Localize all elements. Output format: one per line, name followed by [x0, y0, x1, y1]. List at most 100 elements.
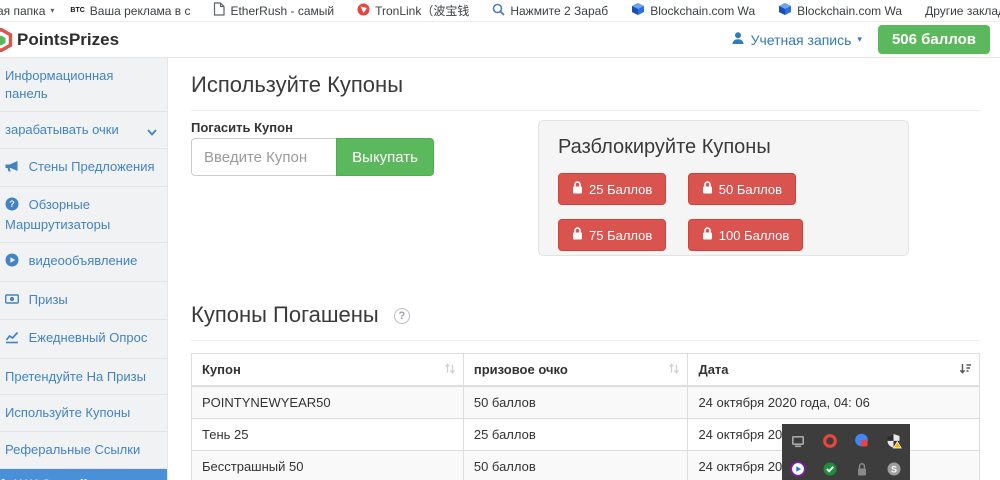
sidebar-item-label: Обзорные Маршрутизаторы [5, 197, 110, 232]
play-circle-icon [5, 253, 19, 272]
bookmark-label: TronLink（波宝钱 [375, 2, 469, 19]
redeemed-coupons-title: Купоны Погашены ? [191, 302, 980, 341]
cell-coupon: Тень 25 [192, 419, 464, 451]
opera-icon[interactable] [822, 433, 838, 449]
sidebar-nav: Информационная панель зарабатывать очки … [0, 58, 168, 480]
lock-icon[interactable] [854, 461, 870, 477]
unlock-button-label: 25 Баллов [589, 182, 652, 197]
cell-date: 24 октября 2020 года, 04: 06 [688, 386, 980, 419]
shield-warning-icon[interactable] [886, 433, 902, 449]
antivirus-check-icon[interactable] [822, 461, 838, 477]
sort-both-icon [668, 362, 680, 377]
skype-icon[interactable]: S [886, 461, 902, 477]
user-icon [731, 31, 745, 48]
cell-coupon: Бесстрашный 50 [192, 451, 464, 480]
chevron-down-icon: ▾ [50, 6, 54, 15]
chevron-down-icon: ▾ [857, 34, 862, 45]
sidebar-item-offer-walls[interactable]: Стены Предложения [0, 149, 167, 188]
megaphone-icon [5, 159, 19, 178]
column-header-label: Дата [698, 362, 728, 377]
bookmark-item[interactable]: TronLink（波宝钱 [357, 2, 469, 19]
sidebar-item-survey-routers[interactable]: ? Обзорные Маршрутизаторы [0, 187, 167, 243]
unlock-button-label: 75 Баллов [589, 228, 652, 243]
account-label: Учетная запись [751, 32, 852, 48]
column-header-label: Купон [202, 362, 241, 377]
bonus-account-item[interactable]: fo*****@gmail.com Offer Bonus Points [0, 469, 167, 480]
redeem-button[interactable]: Выкупать [336, 138, 434, 176]
sort-descending-icon [959, 362, 972, 377]
search-icon [492, 3, 505, 19]
bonus-account-email: fo*****@gmail.com [0, 477, 161, 480]
app-blue-red-icon[interactable] [854, 433, 870, 449]
bookmark-label: Blockchain.com Wa [797, 4, 902, 18]
unlock-100-points-button[interactable]: 100 Баллов [688, 219, 804, 251]
bookmark-item[interactable]: EtherRush - самый [213, 2, 334, 19]
pointsprizes-hexagon-icon [0, 28, 13, 52]
sidebar-item-label: Реферальные Ссылки [5, 442, 140, 457]
sidebar-item-label: Претендуйте На Призы [5, 369, 146, 384]
sidebar-item-label: Информационная панель [5, 68, 113, 101]
sidebar-item-label: Используйте Купоны [5, 405, 130, 420]
unlock-50-points-button[interactable]: 50 Баллов [688, 173, 796, 205]
bookmark-label: Blockchain.com Wa [650, 4, 755, 18]
sidebar-item-claim-prizes[interactable]: Претендуйте На Призы [0, 359, 167, 396]
column-header-points[interactable]: призовое очко [463, 354, 688, 387]
table-header-row: Купон призовое очко Дата [192, 354, 980, 387]
sidebar-item-use-coupons[interactable]: Используйте Купоны [0, 395, 167, 432]
cell-coupon: POINTYNEWYEAR50 [192, 386, 464, 419]
browser-bookmarks-bar: ая папка ▾ BTC Ваша реклама в с EtherRus… [0, 0, 1000, 22]
unlock-25-points-button[interactable]: 25 Баллов [558, 173, 666, 205]
svg-text:S: S [891, 464, 897, 474]
sidebar-item-video-ads[interactable]: видеообъявление [0, 243, 167, 282]
account-menu[interactable]: Учетная запись ▾ [731, 31, 862, 48]
unlock-button-label: 100 Баллов [719, 228, 790, 243]
bookmark-item[interactable]: BTC Ваша реклама в с [70, 4, 190, 18]
column-header-coupon[interactable]: Купон [192, 354, 464, 387]
lock-icon [702, 181, 713, 197]
bookmark-label: Нажмите 2 Зараб [510, 4, 608, 18]
btc-icon: BTC [70, 7, 84, 14]
sidebar-item-dashboard[interactable]: Информационная панель [0, 58, 167, 112]
sidebar-item-prizes[interactable]: Призы [0, 282, 167, 321]
sidebar-item-daily-poll[interactable]: Ежедневный Опрос [0, 320, 167, 359]
other-bookmarks-label: Другие закладки [925, 4, 1000, 18]
sidebar-item-label: видеообъявление [29, 253, 138, 268]
other-bookmarks-button[interactable]: Другие закладки ▾ [925, 4, 1000, 18]
help-icon[interactable]: ? [394, 308, 410, 324]
lock-icon [572, 227, 583, 243]
bookmark-item[interactable]: Blockchain.com Wa [631, 2, 755, 19]
blockchain-cube-icon [631, 2, 645, 19]
chart-line-icon [5, 330, 19, 349]
bookmark-folder[interactable]: ая папка ▾ [0, 4, 54, 18]
sidebar-item-label: Стены Предложения [29, 159, 155, 174]
redeemed-coupons-title-text: Купоны Погашены [191, 302, 379, 327]
blockchain-cube-icon [778, 2, 792, 19]
brand-logo[interactable]: PointsPrizes [0, 28, 119, 52]
brand-name: PointsPrizes [17, 30, 119, 50]
unlock-75-points-button[interactable]: 75 Баллов [558, 219, 666, 251]
points-balance-badge[interactable]: 506 баллов [878, 25, 990, 54]
sidebar-item-label: Призы [29, 292, 68, 307]
bookmark-item[interactable]: Нажмите 2 Зараб [492, 3, 608, 19]
sidebar-item-referral-links[interactable]: Реферальные Ссылки [0, 432, 167, 469]
svg-text:?: ? [9, 199, 15, 209]
bookmark-label: EtherRush - самый [230, 4, 334, 18]
question-circle-icon: ? [5, 197, 19, 216]
table-row[interactable]: POINTYNEWYEAR50 50 баллов 24 октября 202… [192, 386, 980, 419]
sidebar-item-label: зарабатывать очки [5, 122, 119, 137]
media-player-icon[interactable] [790, 461, 806, 477]
system-tray-popup: S [782, 424, 910, 480]
monitor-icon[interactable] [790, 433, 806, 449]
cell-points: 25 баллов [463, 419, 688, 451]
unlock-coupons-title: Разблокируйте Купоны [558, 136, 889, 159]
column-header-date[interactable]: Дата [688, 354, 980, 387]
site-header: PointsPrizes Учетная запись ▾ 506 баллов [0, 22, 1000, 58]
unlock-button-label: 50 Баллов [719, 182, 782, 197]
redeem-coupon-label: Погасить Купон [191, 120, 293, 135]
cell-points: 50 баллов [463, 451, 688, 480]
lock-icon [572, 181, 583, 197]
coupon-input[interactable] [191, 138, 336, 176]
sidebar-item-earn-points[interactable]: зарабатывать очки [0, 112, 167, 149]
bookmark-item[interactable]: Blockchain.com Wa [778, 2, 902, 19]
redeem-coupon-form: Выкупать [191, 138, 434, 176]
